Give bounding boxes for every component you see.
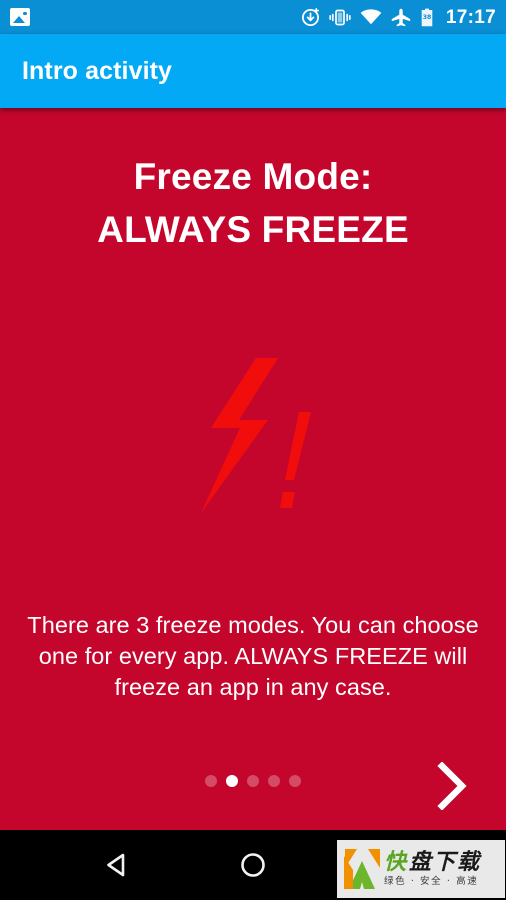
app-bar: Intro activity [0, 34, 506, 108]
phone-screen: 38 17:17 Intro activity Freeze Mode: ALW… [0, 0, 506, 900]
watermark-title-green: 快 [384, 850, 407, 875]
status-bar-system-icons: 38 17:17 [301, 8, 496, 27]
nav-home-button[interactable] [229, 841, 277, 889]
vibrate-icon [329, 9, 351, 25]
next-slide-button[interactable] [422, 756, 482, 816]
chevron-right-icon [437, 762, 467, 810]
watermark-title-dark: 盘下载 [409, 850, 482, 875]
watermark-logo: 快 盘下载 绿色 · 安全 · 高速 [337, 840, 505, 898]
svg-text:38: 38 [423, 13, 432, 20]
lightning-bolt-exclamation-icon [0, 356, 506, 516]
status-bar-notifications [10, 8, 30, 26]
slide-headline-line1: Freeze Mode: [133, 156, 373, 197]
watermark-subtitle: 绿色 · 安全 · 高速 [384, 876, 479, 887]
page-dot-active[interactable] [226, 775, 238, 787]
watermark-text: 快 盘下载 绿色 · 安全 · 高速 [384, 850, 481, 888]
slide-headline-line2: ALWAYS FREEZE [97, 209, 409, 250]
slide-description: There are 3 freeze modes. You can choose… [27, 612, 479, 700]
slide-headline: Freeze Mode: ALWAYS FREEZE [0, 150, 506, 256]
wifi-icon [360, 8, 382, 24]
status-bar: 38 17:17 [0, 0, 506, 34]
image-notification-icon [10, 8, 30, 26]
home-circle-icon [241, 853, 265, 877]
airplane-mode-icon [391, 8, 411, 26]
page-dot[interactable] [247, 775, 259, 787]
app-bar-title: Intro activity [22, 56, 173, 85]
back-triangle-icon [107, 853, 125, 877]
nav-back-button[interactable] [93, 841, 141, 889]
page-dot[interactable] [289, 775, 301, 787]
page-dot[interactable] [268, 775, 280, 787]
slide-footer [0, 742, 506, 830]
page-dot[interactable] [205, 775, 217, 787]
status-bar-clock: 17:17 [445, 6, 496, 28]
watermark-k-icon [344, 849, 380, 889]
watermark-title: 快 盘下载 [384, 850, 481, 875]
sync-download-icon [301, 7, 319, 26]
battery-icon: 38 [421, 8, 433, 26]
intro-slide: Freeze Mode: ALWAYS FREEZE There are 3 f… [0, 108, 506, 830]
